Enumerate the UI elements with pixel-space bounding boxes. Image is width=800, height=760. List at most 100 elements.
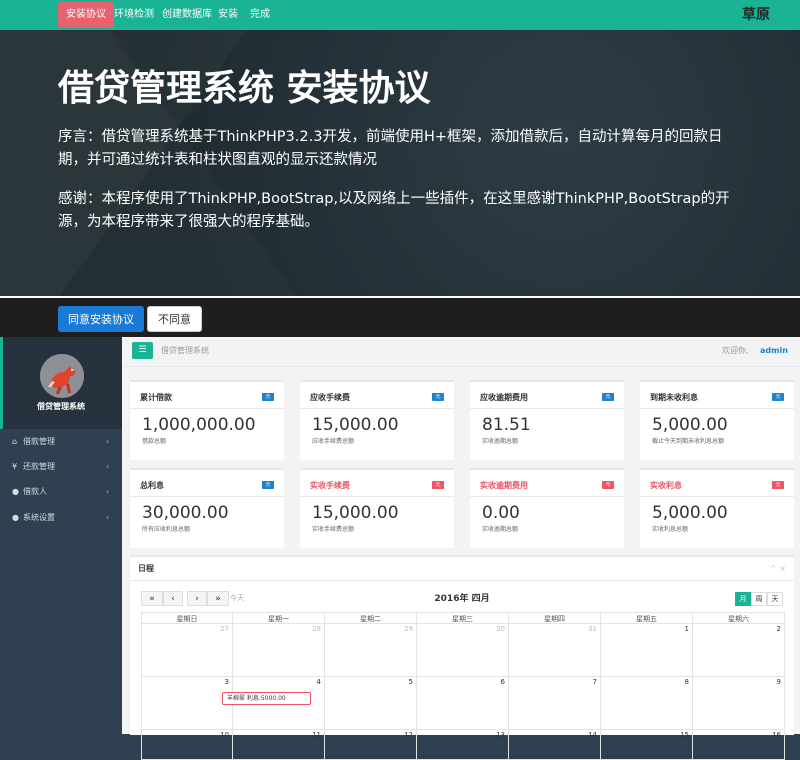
card-divider (470, 496, 624, 497)
tab-install-agreement[interactable]: 安装协议 (58, 2, 114, 28)
button-bar: 同意安装协议 不同意 (0, 298, 800, 337)
card-value: 5,000.00 (652, 415, 728, 435)
sidebar-item-system-settings[interactable]: ● 系统设置 ‹ (0, 505, 122, 530)
view-day-button[interactable]: 天 (767, 592, 783, 606)
calendar-day[interactable]: 3 (141, 677, 233, 730)
card-subtitle: 实收逾期总额 (482, 526, 519, 533)
weekday-header: 星期四 (509, 612, 601, 624)
calendar-day[interactable]: 27 (141, 624, 233, 677)
calendar-day[interactable]: 6 (417, 677, 509, 730)
user-icon: ● (12, 487, 19, 496)
card-value: 15,000.00 (312, 415, 399, 435)
card-subtitle: 应收手续费总额 (312, 438, 355, 445)
hero-section: 借贷管理系统 安装协议 序言：借贷管理系统基于ThinkPHP3.2.3开发，前… (0, 30, 800, 296)
panel-header: 日程 ^ × (130, 557, 794, 581)
calendar-day[interactable]: 15 (601, 730, 693, 760)
panel-tools[interactable]: ^ × (770, 557, 786, 581)
page-title: 借贷管理系统 安装协议 (58, 68, 431, 109)
calendar-day[interactable]: 13 (417, 730, 509, 760)
sidebar-item-repayment-management[interactable]: ¥ 还款管理 ‹ (0, 454, 122, 479)
tab-create-database[interactable]: 创建数据库 (162, 2, 212, 28)
stat-card-total-interest: 总利息 元 30,000.00 所有应收利息总额 (130, 468, 284, 548)
unit-badge: 元 (772, 481, 784, 489)
calendar-day[interactable]: 31 (509, 624, 601, 677)
card-divider (130, 408, 284, 409)
card-divider (470, 408, 624, 409)
calendar-day[interactable]: 29 (325, 624, 417, 677)
calendar-day[interactable]: 8 (601, 677, 693, 730)
chevron-left-icon: ‹ (106, 462, 110, 471)
brand-name[interactable]: 草原 (742, 0, 770, 30)
stat-card-received-overdue: 实收逾期费用 元 0.00 实收逾期总额 (470, 468, 624, 548)
profile-name: 借贷管理系统 (37, 402, 85, 411)
unit-badge: 元 (772, 393, 784, 401)
user-icon: ● (12, 513, 19, 522)
card-title: 实收逾期费用 (480, 481, 528, 490)
sidebar-item-loan-management[interactable]: ⌂ 借款管理 ‹ (0, 429, 122, 454)
yen-icon: ¥ (12, 462, 18, 471)
view-week-button[interactable]: 周 (751, 592, 767, 606)
sidebar-item-label: 系统设置 (23, 513, 55, 522)
stat-card-total-loans: 累计借款 元 1,000,000.00 借款总额 (130, 380, 284, 460)
card-subtitle: 借款总额 (142, 438, 167, 445)
calendar-day[interactable]: 30 (417, 624, 509, 677)
schedule-panel: 日程 ^ × « ‹ › » 今天 2016年 四月 月 周 天 星期日 星期一… (130, 555, 794, 760)
card-value: 1,000,000.00 (142, 415, 256, 435)
unit-badge: 元 (602, 481, 614, 489)
home-icon: ⌂ (12, 437, 18, 446)
chevron-left-icon: ‹ (106, 513, 110, 522)
main-content: ☰ 借贷管理系统 欢迎你, admin 累计借款 元 1,000,000.00 … (122, 337, 800, 760)
calendar-day[interactable]: 16 (693, 730, 785, 760)
avatar[interactable] (40, 354, 84, 398)
calendar-day[interactable]: 9 (693, 677, 785, 730)
card-subtitle: 实收逾期总额 (482, 438, 519, 445)
sidebar-item-borrower[interactable]: ● 借款人 ‹ (0, 479, 122, 504)
tab-finish[interactable]: 完成 (250, 2, 270, 28)
chevron-left-icon: ‹ (106, 487, 110, 496)
calendar-day[interactable]: 5 (325, 677, 417, 730)
card-subtitle: 实收手续费总额 (312, 526, 355, 533)
sidebar: 借贷管理系统 ⌂ 借款管理 ‹ ¥ 还款管理 ‹ ● 借款人 ‹ ● 系统设置 … (0, 337, 122, 734)
agree-button[interactable]: 同意安装协议 (58, 306, 144, 332)
calendar-title: 2016年 四月 (434, 594, 490, 604)
card-subtitle: 所有应收利息总额 (142, 526, 191, 533)
preface-text: 序言：借贷管理系统基于ThinkPHP3.2.3开发，前端使用H+框架，添加借款… (58, 129, 723, 168)
view-month-button[interactable]: 月 (735, 592, 751, 606)
unit-badge: 元 (432, 393, 444, 401)
calendar-day[interactable]: 28 (233, 624, 325, 677)
calendar-day[interactable]: 10 (141, 730, 233, 760)
stat-card-received-interest: 实收利息 元 5,000.00 实收利息总额 (640, 468, 794, 548)
calendar-day[interactable]: 2 (693, 624, 785, 677)
disagree-button[interactable]: 不同意 (147, 306, 202, 332)
panel-title: 日程 (138, 564, 154, 573)
thanks-text: 感谢：本程序使用了ThinkPHP,BootStrap,以及网络上一些插件，在这… (58, 191, 730, 230)
calendar-day[interactable]: 12 (325, 730, 417, 760)
unit-badge: 元 (262, 481, 274, 489)
card-subtitle: 截止今天到期未收利息总额 (652, 438, 725, 445)
card-subtitle: 实收利息总额 (652, 526, 689, 533)
card-title: 实收利息 (650, 481, 682, 490)
card-divider (130, 496, 284, 497)
sidebar-profile: 借贷管理系统 (0, 337, 122, 429)
stat-card-receivable-overdue: 应收逾期费用 元 81.51 实收逾期总额 (470, 380, 624, 460)
menu-toggle-icon[interactable]: ☰ (132, 342, 153, 359)
card-divider (300, 408, 454, 409)
card-title: 应收手续费 (310, 393, 350, 402)
unit-badge: 元 (602, 393, 614, 401)
user-name-link[interactable]: admin (760, 337, 788, 365)
card-value: 5,000.00 (652, 503, 728, 523)
calendar-day[interactable]: 14 (509, 730, 601, 760)
calendar-day[interactable]: 1 (601, 624, 693, 677)
sidebar-item-label: 还款管理 (23, 462, 55, 471)
calendar-event[interactable]: 羊柳翠 利息:5000.00 (222, 692, 311, 705)
tab-install[interactable]: 安装 (218, 2, 238, 28)
sidebar-item-label: 借款管理 (23, 437, 55, 446)
calendar-day[interactable]: 11 (233, 730, 325, 760)
card-title: 总利息 (140, 481, 164, 490)
weekday-header: 星期三 (417, 612, 509, 624)
card-value: 15,000.00 (312, 503, 399, 523)
calendar-day[interactable]: 7 (509, 677, 601, 730)
card-title: 应收逾期费用 (480, 393, 528, 402)
weekday-header: 星期一 (233, 612, 325, 624)
tab-environment-check[interactable]: 环境检测 (114, 2, 154, 28)
